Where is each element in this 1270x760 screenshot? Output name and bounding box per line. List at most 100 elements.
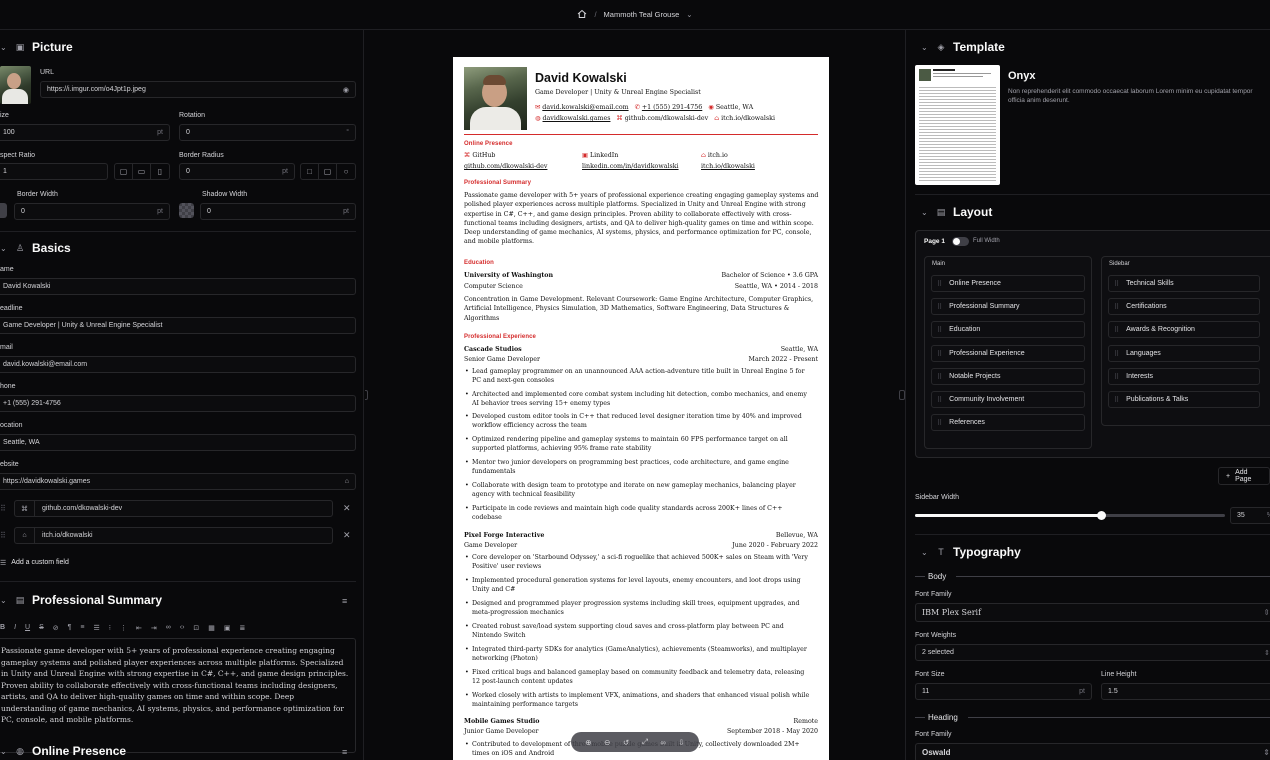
layout-main-item[interactable]: ⠿ Online Presence xyxy=(931,275,1085,292)
full-width-toggle[interactable] xyxy=(952,237,969,246)
strikethrough-icon[interactable]: S xyxy=(39,624,44,632)
landscape-ratio-icon[interactable]: ▭ xyxy=(133,164,151,179)
numbered-list-icon[interactable]: ⋮ xyxy=(120,624,127,632)
size-input[interactable]: 100 pt xyxy=(0,124,170,141)
left-resize-handle[interactable] xyxy=(365,390,368,400)
fit-screen-icon[interactable]: ⤢ xyxy=(642,737,648,747)
chevron-down-icon[interactable]: ⌄ xyxy=(686,10,692,19)
resume-title[interactable]: Mammoth Teal Grouse xyxy=(604,10,680,19)
image-insert-icon[interactable]: ▣ xyxy=(224,624,231,632)
reset-zoom-icon[interactable]: ↺ xyxy=(623,738,629,747)
paragraph-icon[interactable]: ¶ xyxy=(68,624,72,632)
add-page-button[interactable]: + Add Page xyxy=(1218,467,1270,485)
zoom-in-icon[interactable]: ⊕ xyxy=(585,738,591,747)
layout-sidebar-item[interactable]: ⠿ Certifications xyxy=(1108,298,1260,315)
drag-handle-icon[interactable]: ⠿ xyxy=(0,531,6,540)
chevron-down-icon[interactable]: ⌄ xyxy=(921,43,929,52)
square-corner-icon[interactable]: □ xyxy=(301,164,319,179)
website-input[interactable]: https://davidkowalski.games ⌂ xyxy=(0,473,356,490)
layout-main-item[interactable]: ⠿ Professional Experience xyxy=(931,345,1085,362)
drag-handle-icon[interactable]: ⠿ xyxy=(937,350,942,358)
drag-handle-icon[interactable]: ⠿ xyxy=(1114,350,1119,358)
summary-section-header[interactable]: ⌄ ▤ Professional Summary xyxy=(0,593,162,607)
chevron-down-icon[interactable]: ⌄ xyxy=(921,208,929,217)
portrait-ratio-icon[interactable]: ▯ xyxy=(151,164,169,179)
outdent-icon[interactable]: ⇤ xyxy=(136,624,142,632)
bold-icon[interactable]: B xyxy=(0,624,5,632)
drag-handle-icon[interactable]: ⠿ xyxy=(1114,373,1119,381)
chevron-down-icon[interactable]: ⌄ xyxy=(0,596,8,605)
bullet-list-icon[interactable]: ⁝ xyxy=(109,624,111,632)
close-icon[interactable]: ✕ xyxy=(343,530,351,541)
layout-main-item[interactable]: ⠿ Community Involvement xyxy=(931,391,1085,408)
chevron-down-icon[interactable]: ⌄ xyxy=(921,548,929,557)
drag-handle-icon[interactable]: ⠿ xyxy=(0,504,6,513)
drag-handle-icon[interactable]: ⠿ xyxy=(1114,303,1119,311)
layout-sidebar-item[interactable]: ⠿ Languages xyxy=(1108,345,1260,362)
layout-sidebar-item[interactable]: ⠿ Awards & Recognition xyxy=(1108,321,1260,338)
slider-thumb[interactable] xyxy=(1097,511,1106,520)
rotation-input[interactable]: 0 ° xyxy=(179,124,356,141)
drag-handle-icon[interactable]: ⠿ xyxy=(1114,326,1119,334)
border-color-swatch[interactable] xyxy=(0,203,7,218)
drag-handle-icon[interactable]: ⠿ xyxy=(937,396,942,404)
align-center-icon[interactable]: ☰ xyxy=(93,624,99,632)
sidebar-width-slider[interactable] xyxy=(915,511,1225,520)
zoom-out-icon[interactable]: ⊖ xyxy=(604,738,610,747)
email-input[interactable]: david.kowalski@email.com xyxy=(0,356,356,373)
location-input[interactable]: Seattle, WA xyxy=(0,434,356,451)
code-block-icon[interactable]: ⊡ xyxy=(193,624,199,632)
drag-handle-icon[interactable]: ⠿ xyxy=(937,280,942,288)
font-weights-select[interactable]: 2 selected ⇕ xyxy=(915,644,1270,661)
drag-handle-icon[interactable]: ⠿ xyxy=(937,303,942,311)
layout-sidebar-item[interactable]: ⠿ Technical Skills xyxy=(1108,275,1260,292)
drag-handle-icon[interactable]: ⠿ xyxy=(1114,396,1119,404)
custom-field-itch[interactable]: ⌂ itch.io/dkowalski xyxy=(14,527,333,544)
chevron-down-icon[interactable]: ⌄ xyxy=(0,244,8,253)
drag-handle-icon[interactable]: ⠿ xyxy=(1114,280,1119,288)
picture-section-header[interactable]: ⌄ ▣ Picture xyxy=(0,40,73,54)
chevron-down-icon[interactable]: ⌄ xyxy=(0,43,8,52)
add-custom-field-button[interactable]: ☰ Add a custom field xyxy=(0,559,69,567)
aspect-ratio-input[interactable]: 1 xyxy=(0,163,108,180)
more-icon[interactable]: ≣ xyxy=(240,624,246,632)
layout-section-header[interactable]: ⌄ ▤ Layout xyxy=(921,205,992,219)
drag-handle-icon[interactable]: ⠿ xyxy=(937,373,942,381)
headline-input[interactable]: Game Developer | Unity & Unreal Engine S… xyxy=(0,317,356,334)
home-icon[interactable] xyxy=(577,9,587,21)
layout-main-item[interactable]: ⠿ Notable Projects xyxy=(931,368,1085,385)
menu-icon[interactable]: ≡ xyxy=(342,596,347,606)
code-icon[interactable]: ‹› xyxy=(180,624,185,632)
chevron-down-icon[interactable]: ⌄ xyxy=(0,747,8,756)
heading-font-family-select[interactable]: Oswald ⇕ xyxy=(915,743,1270,760)
rounded-corner-icon[interactable]: ▢ xyxy=(319,164,337,179)
download-icon[interactable]: ⇩ xyxy=(678,738,684,747)
tag-icon[interactable]: ⌂ xyxy=(345,478,349,485)
layout-sidebar-item[interactable]: ⠿ Publications & Talks xyxy=(1108,391,1260,408)
online-presence-section-header[interactable]: ⌄ ◍ Online Presence xyxy=(0,744,126,758)
name-input[interactable]: David Kowalski xyxy=(0,278,356,295)
link-icon[interactable]: ∞ xyxy=(166,624,171,632)
italic-icon[interactable]: I xyxy=(14,624,16,632)
drag-handle-icon[interactable]: ⠿ xyxy=(937,326,942,334)
border-radius-input[interactable]: 0 pt xyxy=(179,163,295,180)
border-width-input[interactable]: 0 pt xyxy=(14,203,170,220)
eye-icon[interactable]: ◉ xyxy=(343,86,349,94)
close-icon[interactable]: ✕ xyxy=(343,503,351,514)
indent-icon[interactable]: ⇥ xyxy=(151,624,157,632)
highlight-icon[interactable]: ⊘ xyxy=(53,624,59,632)
circle-icon[interactable]: ○ xyxy=(337,164,355,179)
layout-sidebar-item[interactable]: ⠿ Interests xyxy=(1108,368,1260,385)
custom-field-github[interactable]: ⌘ github.com/dkowalski-dev xyxy=(14,500,333,517)
align-left-icon[interactable]: ≡ xyxy=(80,624,84,632)
body-font-family-select[interactable]: IBM Plex Serif ⇕ xyxy=(915,603,1270,622)
resume-preview-canvas[interactable]: David Kowalski Game Developer | Unity & … xyxy=(365,30,905,760)
phone-input[interactable]: +1 (555) 291-4756 xyxy=(0,395,356,412)
basics-section-header[interactable]: ⌄ ♙ Basics xyxy=(0,241,71,255)
font-size-input[interactable]: 11 pt xyxy=(915,683,1092,700)
avatar-thumbnail[interactable] xyxy=(0,66,31,104)
summary-editor[interactable]: Passionate game developer with 5+ years … xyxy=(0,638,356,753)
drag-handle-icon[interactable]: ⠿ xyxy=(937,419,942,427)
github-icon[interactable]: ⌘ xyxy=(15,501,35,516)
gamepad-icon[interactable]: ⌂ xyxy=(15,528,35,543)
